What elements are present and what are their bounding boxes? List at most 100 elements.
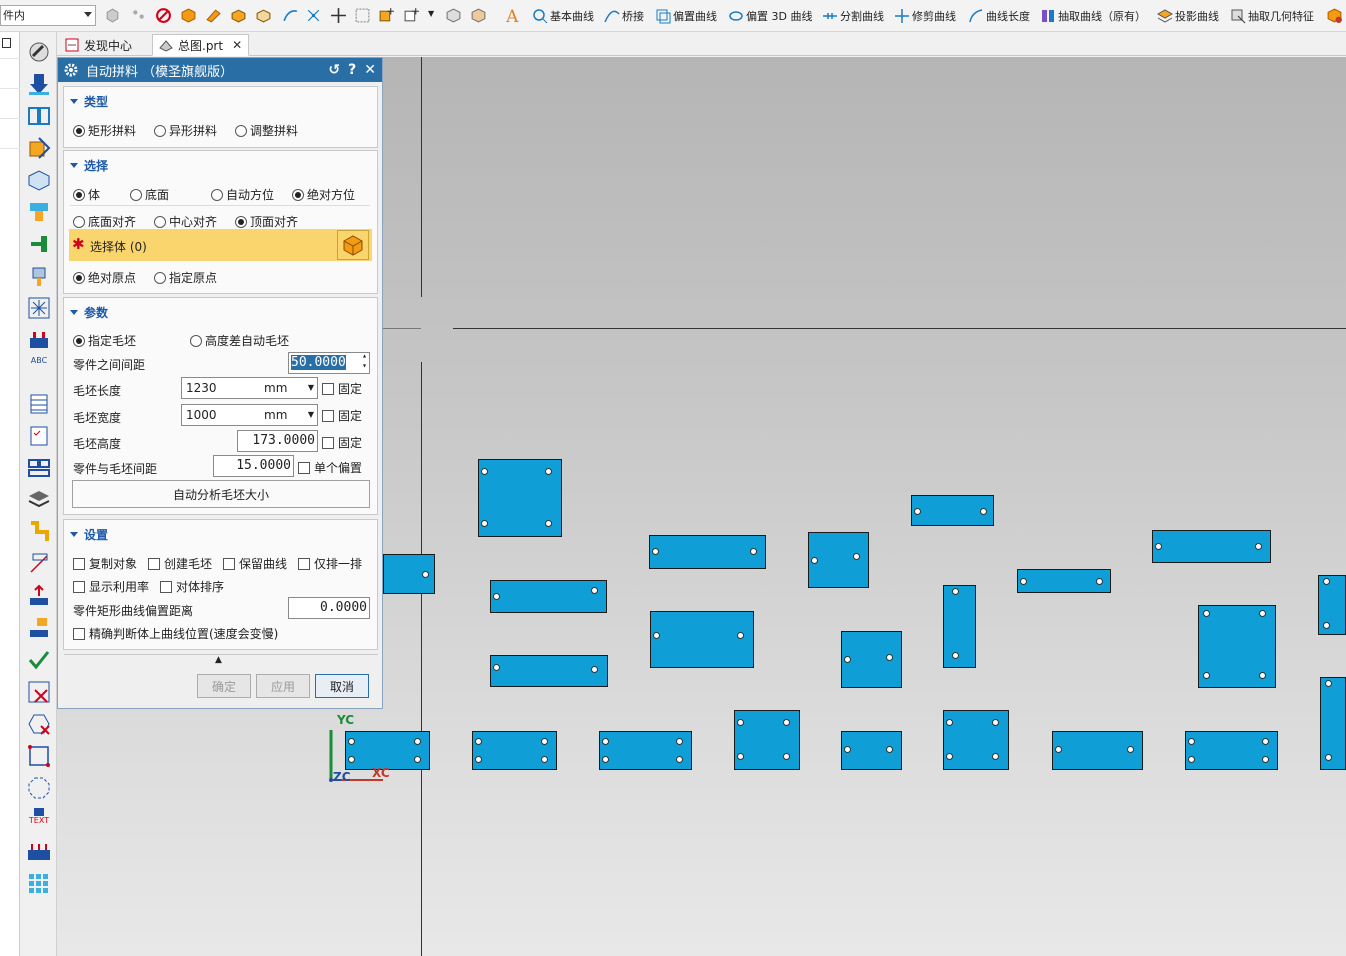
box-3d-icon[interactable] bbox=[27, 168, 51, 192]
square-dashed-icon[interactable] bbox=[27, 744, 51, 768]
fixed-length-checkbox[interactable]: 固定 bbox=[322, 380, 362, 397]
curve-length-button[interactable]: 曲线长度 bbox=[968, 7, 1030, 25]
add-body-icon[interactable] bbox=[378, 7, 395, 24]
radio-specify-origin[interactable]: 指定原点 bbox=[154, 269, 217, 286]
person-icon[interactable] bbox=[27, 616, 51, 640]
gray-cube-icon[interactable] bbox=[445, 7, 462, 24]
cube-gray-icon[interactable] bbox=[104, 7, 121, 24]
radio-adjust-nesting[interactable]: 调整拼料 bbox=[235, 122, 298, 139]
cancel-button[interactable]: 取消 bbox=[315, 674, 369, 698]
radio-absolute-origin[interactable]: 绝对原点 bbox=[73, 269, 136, 286]
sort-bodies-checkbox[interactable]: 对体排序 bbox=[160, 578, 224, 595]
nested-part[interactable] bbox=[841, 631, 902, 688]
tan-block-icon[interactable] bbox=[255, 7, 272, 24]
basic-curve-button[interactable]: 基本曲线 bbox=[532, 7, 594, 25]
nested-part[interactable] bbox=[1198, 605, 1276, 688]
divide-curve-button[interactable]: 分割曲线 bbox=[822, 7, 884, 25]
nested-part[interactable] bbox=[650, 611, 754, 668]
check-icon[interactable] bbox=[27, 648, 51, 672]
ok-button[interactable]: 确定 bbox=[197, 674, 251, 698]
download-arrow-icon[interactable] bbox=[27, 72, 51, 96]
move-icon[interactable] bbox=[330, 7, 347, 24]
grid-select-icon[interactable] bbox=[354, 7, 371, 24]
text-a-icon[interactable]: A bbox=[505, 7, 522, 24]
gray-box-icon[interactable] bbox=[470, 7, 487, 24]
blank-length-input[interactable]: 1230 mm ▼ bbox=[181, 377, 318, 399]
nested-part[interactable] bbox=[599, 731, 692, 770]
blank-width-input[interactable]: 1000 mm ▼ bbox=[181, 404, 318, 426]
chevron-down-icon[interactable]: ▼ bbox=[308, 378, 314, 398]
box-x-icon[interactable] bbox=[27, 680, 51, 704]
selection-group-header[interactable]: 选择 bbox=[70, 157, 108, 174]
show-utilization-checkbox[interactable]: 显示利用率 bbox=[73, 578, 149, 595]
single-row-checkbox[interactable]: 仅排一排 bbox=[298, 555, 362, 572]
radio-bottom-align[interactable]: 底面对齐 bbox=[73, 213, 136, 230]
nested-part[interactable] bbox=[1017, 569, 1111, 593]
radio-top-align[interactable]: 顶面对齐 bbox=[235, 213, 298, 230]
tab-discovery-center[interactable]: 发现中心 bbox=[59, 34, 138, 56]
reset-icon[interactable]: ↺ bbox=[328, 62, 340, 78]
point-set-icon[interactable] bbox=[305, 7, 322, 24]
spinner-icon[interactable]: ▴ ▾ bbox=[362, 351, 367, 371]
auto-analyze-blank-button[interactable]: 自动分析毛坯大小 bbox=[72, 480, 370, 508]
nested-part[interactable] bbox=[383, 554, 435, 594]
window-icon[interactable] bbox=[2, 38, 11, 48]
apply-button[interactable]: 应用 bbox=[256, 674, 310, 698]
precise-curve-checkbox[interactable]: 精确判断体上曲线位置(速度会变慢) bbox=[73, 625, 278, 642]
offset-3d-curve-button[interactable]: 偏置 3D 曲线 bbox=[728, 7, 812, 25]
radio-bottom-face[interactable]: 底面 bbox=[130, 186, 169, 203]
nested-part[interactable] bbox=[478, 459, 562, 537]
extract-geometry-button[interactable]: 抽取几何特征 bbox=[1230, 7, 1314, 25]
snowflake-icon[interactable] bbox=[27, 296, 51, 320]
paint-icon[interactable] bbox=[27, 200, 51, 224]
part-blank-gap-input[interactable]: 15.0000 bbox=[213, 455, 294, 477]
nested-part[interactable] bbox=[472, 731, 557, 770]
radio-irregular-nesting[interactable]: 异形拼料 bbox=[154, 122, 217, 139]
wrench-icon[interactable] bbox=[27, 40, 51, 64]
parameters-group-header[interactable]: 参数 bbox=[70, 304, 108, 321]
type-group-header[interactable]: 类型 bbox=[70, 93, 108, 110]
nested-part[interactable] bbox=[490, 580, 607, 613]
add-point-icon[interactable] bbox=[403, 7, 420, 24]
radio-auto-orient[interactable]: 自动方位 bbox=[211, 186, 274, 203]
bridge-curve-button[interactable]: 桥接 bbox=[604, 7, 644, 25]
keep-curves-checkbox[interactable]: 保留曲线 bbox=[223, 555, 287, 572]
hexagon-x-icon[interactable] bbox=[27, 712, 51, 736]
radio-specify-blank[interactable]: 指定毛坯 bbox=[73, 332, 136, 349]
stack-icon[interactable] bbox=[27, 456, 51, 480]
mold-base-icon[interactable] bbox=[27, 104, 51, 128]
radio-rect-nesting[interactable]: 矩形拼料 bbox=[73, 122, 136, 139]
fixed-height-checkbox[interactable]: 固定 bbox=[322, 434, 362, 451]
select-body-button[interactable] bbox=[337, 230, 369, 260]
orange-block-icon[interactable] bbox=[230, 7, 247, 24]
dots-icon[interactable] bbox=[130, 7, 147, 24]
copy-object-checkbox[interactable]: 复制对象 bbox=[73, 555, 137, 572]
nested-part[interactable] bbox=[490, 655, 608, 687]
insert-icon[interactable] bbox=[27, 136, 51, 160]
select-body-row[interactable]: ✱ 选择体 (0) bbox=[69, 229, 372, 261]
checklist-icon[interactable] bbox=[27, 424, 51, 448]
radio-auto-blank-height[interactable]: 高度差自动毛坯 bbox=[190, 332, 289, 349]
table-list-icon[interactable] bbox=[27, 392, 51, 416]
trim-curve-button[interactable]: 修剪曲线 bbox=[894, 7, 956, 25]
fixed-width-checkbox[interactable]: 固定 bbox=[322, 407, 362, 424]
extract-curve-button[interactable]: 抽取曲线（原有） bbox=[1040, 7, 1146, 25]
nested-part[interactable] bbox=[1185, 731, 1278, 770]
close-icon[interactable]: ✕ bbox=[364, 62, 376, 78]
selection-filter-select[interactable]: 件内 bbox=[0, 5, 96, 26]
nested-part[interactable] bbox=[1152, 530, 1271, 563]
radio-center-align[interactable]: 中心对齐 bbox=[154, 213, 217, 230]
help-icon[interactable]: ? bbox=[348, 62, 356, 78]
nested-part[interactable] bbox=[841, 731, 902, 770]
no-entry-icon[interactable] bbox=[155, 7, 172, 24]
orange-wedge-icon[interactable] bbox=[205, 7, 222, 24]
push-icon[interactable] bbox=[27, 584, 51, 608]
plug-icon[interactable] bbox=[27, 328, 51, 352]
offset-curve-button[interactable]: 偏置曲线 bbox=[655, 7, 717, 25]
text-icon[interactable]: TEXT bbox=[27, 808, 51, 832]
radio-body[interactable]: 体 bbox=[73, 186, 100, 203]
settings-group-header[interactable]: 设置 bbox=[70, 526, 108, 543]
part-spacing-input[interactable]: 50.0000 ▴ ▾ bbox=[288, 351, 370, 374]
spray-icon[interactable] bbox=[27, 264, 51, 288]
spline-icon[interactable] bbox=[282, 7, 299, 24]
